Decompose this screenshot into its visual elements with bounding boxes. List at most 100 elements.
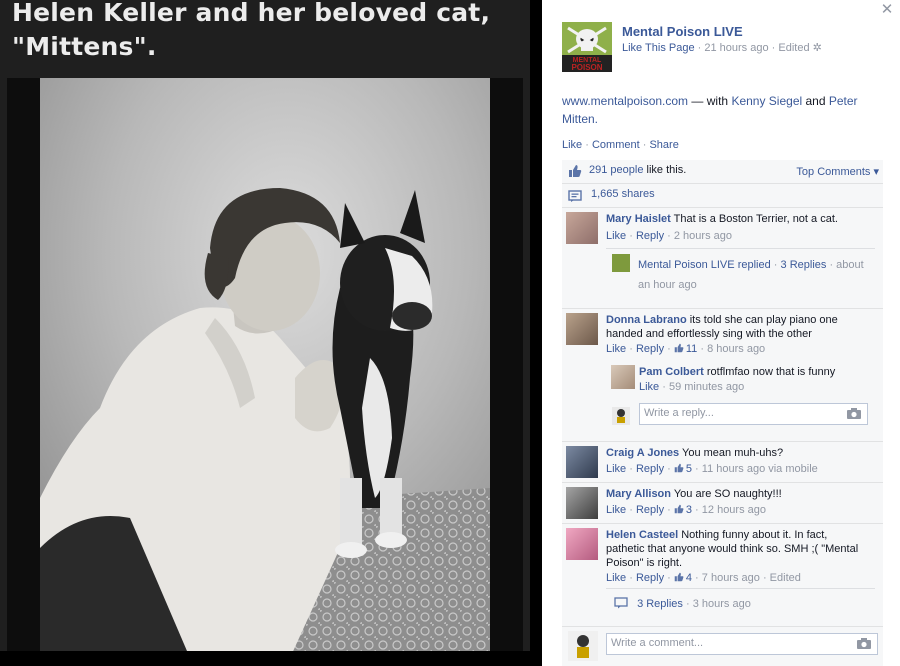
like-page-link[interactable]: Like This Page <box>622 42 695 54</box>
comment-body: Mary Allison You are SO naughty!!! <box>606 487 876 501</box>
comment-composer: Write a comment... <box>562 626 883 666</box>
comment-author[interactable]: Craig A Jones <box>606 447 679 459</box>
vintage-photograph <box>40 78 490 658</box>
comment-author[interactable]: Donna Labrano <box>606 314 687 326</box>
avatar[interactable] <box>566 313 598 345</box>
page-name-link[interactable]: Mental Poison LIVE <box>622 24 743 39</box>
comment-meta: Like · Reply · 11 · 8 hours ago <box>606 343 766 355</box>
reply-body: Pam Colbert rotflmfao now that is funny <box>639 365 871 379</box>
my-avatar <box>612 407 630 425</box>
with-and: and <box>805 94 826 108</box>
comment-author[interactable]: Mary Haislet <box>606 213 671 225</box>
comment-text: You are SO naughty!!! <box>673 488 782 500</box>
comment-item: Helen Casteel Nothing funny about it. In… <box>562 524 883 626</box>
post-sidebar: ✕ MENTAL POISON Mental Poison LIVE Like … <box>542 0 900 666</box>
comment-time[interactable]: 8 hours ago <box>707 343 765 355</box>
comment-text: That is a Boston Terrier, not a cat. <box>673 213 838 225</box>
comment-meta: Like · Reply · 4 · 7 hours ago · Edited <box>606 572 801 584</box>
comment-reply-link[interactable]: Reply <box>636 343 664 355</box>
shares-row: 1,665 shares <box>562 184 883 208</box>
avatar[interactable] <box>566 487 598 519</box>
comment-like-link[interactable]: Like <box>606 572 626 584</box>
reply-like-link[interactable]: Like <box>639 381 659 393</box>
avatar[interactable] <box>611 365 635 389</box>
shares-count-link[interactable]: 1,665 shares <box>591 188 655 200</box>
gear-icon[interactable]: ✲ <box>813 42 822 54</box>
like-action[interactable]: Like <box>562 139 582 151</box>
photograph-illustration <box>40 78 490 658</box>
comment-body: Donna Labrano its told she can play pian… <box>606 313 846 341</box>
reply-summary[interactable]: Mental Poison LIVE replied · 3 Replies ·… <box>638 255 876 295</box>
caption-line-1: Helen Keller and her beloved cat, <box>12 0 491 27</box>
comment-item: Mary Haislet That is a Boston Terrier, n… <box>562 208 883 309</box>
reply-avatar[interactable] <box>612 254 630 272</box>
comment-time[interactable]: 12 hours ago <box>702 504 766 516</box>
avatar-text-2: POISON <box>571 63 602 72</box>
comment-like-link[interactable]: Like <box>606 463 626 475</box>
comment-item: Craig A Jones You mean muh-uhs? Like · R… <box>562 442 883 483</box>
reply-author[interactable]: Pam Colbert <box>639 366 704 378</box>
comment-reply-link[interactable]: Reply <box>636 504 664 516</box>
replies-icon <box>614 597 628 609</box>
thumbs-up-icon <box>674 463 684 473</box>
comment-text: You mean muh-uhs? <box>682 447 784 459</box>
comment-author[interactable]: Mary Allison <box>606 488 671 500</box>
camera-icon[interactable] <box>857 638 871 649</box>
comment-meta: Like · Reply · 5 · 11 hours ago via mobi… <box>606 463 818 475</box>
thumbs-up-icon <box>569 165 582 177</box>
likes-suffix: like this. <box>646 164 687 176</box>
likes-summary: 291 people like this. <box>589 164 686 176</box>
avatar[interactable] <box>566 446 598 478</box>
tagged-person-1[interactable]: Kenny Siegel <box>731 94 802 108</box>
comment-likes-count[interactable]: 11 <box>674 343 697 355</box>
caption-line-2: "Mittens". <box>12 32 157 61</box>
comment-edited[interactable]: Edited <box>770 572 801 584</box>
likes-number: 3 <box>685 504 692 516</box>
reply-summary-count: 3 Replies <box>780 259 827 271</box>
comment-placeholder: Write a comment... <box>611 637 704 649</box>
stage-bottom-bar <box>0 651 542 666</box>
comment-likes-count[interactable]: 5 <box>674 463 692 475</box>
comment-like-link[interactable]: Like <box>606 230 626 242</box>
reply-input[interactable]: Write a reply... <box>639 403 868 425</box>
likes-count-link[interactable]: 291 people <box>589 164 643 176</box>
comment-like-link[interactable]: Like <box>606 504 626 516</box>
replies-time: 3 hours ago <box>692 598 751 610</box>
view-replies-link[interactable]: 3 Replies · 3 hours ago <box>614 597 874 611</box>
comment-reply-link[interactable]: Reply <box>636 230 664 242</box>
website-link[interactable]: www.mentalpoison.com <box>562 94 688 108</box>
comment-like-link[interactable]: Like <box>606 343 626 355</box>
comment-reply-link[interactable]: Reply <box>636 463 664 475</box>
close-icon[interactable]: ✕ <box>880 2 894 18</box>
avatar[interactable] <box>566 212 598 244</box>
share-action[interactable]: Share <box>649 139 678 151</box>
reply-divider <box>606 248 875 249</box>
comment-time[interactable]: 2 hours ago <box>674 230 732 242</box>
post-timestamp[interactable]: 21 hours ago <box>704 42 768 54</box>
meme-image[interactable]: Helen Keller and her beloved cat, "Mitte… <box>0 0 530 666</box>
avatar[interactable] <box>566 528 598 560</box>
comment-item: Mary Allison You are SO naughty!!! Like … <box>562 483 883 524</box>
page-avatar[interactable]: MENTAL POISON <box>562 22 612 72</box>
comment-reply-link[interactable]: Reply <box>636 572 664 584</box>
comment-body: Helen Casteel Nothing funny about it. In… <box>606 528 866 570</box>
comment-time[interactable]: 11 hours ago via mobile <box>702 463 818 475</box>
comment-meta: Like · Reply · 2 hours ago <box>606 230 732 242</box>
comment-action[interactable]: Comment <box>592 139 640 151</box>
reply-divider <box>606 588 875 589</box>
feedback-area: 291 people like this. Top Comments ▾ 1,6… <box>562 160 883 626</box>
comment-time[interactable]: 7 hours ago <box>702 572 760 584</box>
comment-input[interactable]: Write a comment... <box>606 633 878 655</box>
likes-number: 4 <box>685 572 692 584</box>
likes-row: 291 people like this. Top Comments ▾ <box>562 160 883 184</box>
top-comments-label: Top Comments <box>796 166 871 178</box>
reply-text: rotflmfao now that is funny <box>706 366 836 378</box>
reply-time[interactable]: 59 minutes ago <box>669 381 744 393</box>
comment-author[interactable]: Helen Casteel <box>606 529 678 541</box>
top-comments-dropdown[interactable]: Top Comments ▾ <box>796 165 879 178</box>
comment-likes-count[interactable]: 3 <box>674 504 692 516</box>
camera-icon[interactable] <box>847 408 861 419</box>
edited-label[interactable]: Edited <box>778 42 809 54</box>
comment-likes-count[interactable]: 4 <box>674 572 692 584</box>
thumbs-up-icon <box>674 343 684 353</box>
